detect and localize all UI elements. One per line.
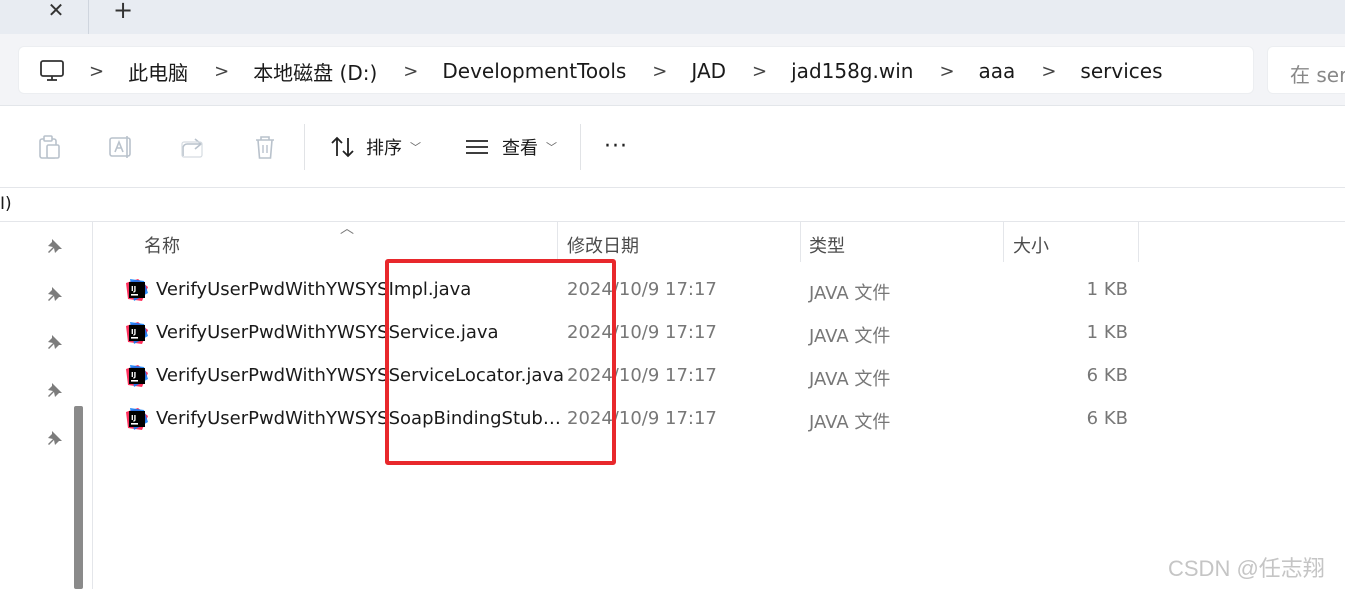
view-button[interactable]: 查看 ﹀ — [464, 132, 557, 162]
file-size: 1 KB — [1086, 322, 1128, 343]
details-strip: I) — [0, 188, 1345, 222]
search-placeholder: 在 ser — [1290, 63, 1345, 87]
sort-button[interactable]: 排序 ﹀ — [330, 132, 421, 162]
column-header-type[interactable]: 类型 — [809, 232, 845, 258]
pc-icon[interactable] — [39, 59, 65, 83]
scrollbar-thumb[interactable] — [74, 406, 83, 589]
sort-icon — [331, 136, 354, 158]
delete-icon[interactable] — [252, 134, 278, 160]
pin-icon[interactable] — [46, 286, 64, 304]
watermark: CSDN @任志翔 — [1168, 556, 1325, 581]
column-divider[interactable] — [800, 222, 801, 262]
close-tab-icon[interactable]: ✕ — [42, 0, 70, 22]
breadcrumb-item-this-pc[interactable]: 此电脑 — [128, 57, 188, 86]
file-type: JAVA 文件 — [809, 412, 891, 433]
pin-icon[interactable] — [46, 334, 64, 352]
tab-strip: ✕ + — [0, 0, 1345, 34]
sort-label: 排序 — [366, 138, 402, 159]
chevron-right-icon[interactable]: > — [403, 61, 418, 82]
pin-icon[interactable] — [46, 430, 64, 448]
pin-icon[interactable] — [46, 382, 64, 400]
svg-text:IJ: IJ — [131, 414, 136, 422]
new-tab-button[interactable]: + — [108, 0, 138, 24]
intellij-file-icon: IJ — [126, 322, 148, 344]
sort-up-icon: ︿ — [340, 221, 354, 237]
file-size: 6 KB — [1086, 365, 1128, 386]
file-row[interactable]: IJ VerifyUserPwdWithYWSYSSoapBindingStub… — [94, 398, 1345, 441]
breadcrumb-item-jad[interactable]: JAD — [691, 59, 726, 83]
chevron-right-icon[interactable]: > — [939, 61, 954, 82]
column-header-date[interactable]: 修改日期 — [567, 232, 639, 258]
file-list: ︿ 名称 修改日期 类型 大小 IJ VerifyUserPwdWithYWSY… — [94, 221, 1345, 589]
pin-icon[interactable] — [46, 238, 64, 256]
rename-icon[interactable] — [108, 134, 134, 160]
command-bar: 排序 ﹀ 查看 ﹀ ··· — [0, 106, 1345, 188]
breadcrumb-item-aaa[interactable]: aaa — [979, 59, 1016, 83]
tab-divider — [88, 0, 89, 34]
file-size: 1 KB — [1086, 279, 1128, 300]
search-input[interactable]: 在 ser — [1267, 46, 1345, 94]
list-view-icon — [466, 140, 488, 154]
more-options-button[interactable]: ··· — [604, 134, 628, 159]
column-header-size[interactable]: 大小 — [1013, 232, 1049, 258]
chevron-right-icon[interactable]: > — [89, 61, 104, 82]
column-header-name[interactable]: 名称 — [144, 232, 180, 258]
intellij-file-icon: IJ — [126, 408, 148, 430]
file-type: JAVA 文件 — [809, 283, 891, 304]
share-icon[interactable] — [180, 134, 206, 160]
chevron-right-icon[interactable]: > — [1041, 61, 1056, 82]
breadcrumb-item-jad158g[interactable]: jad158g.win — [791, 59, 913, 83]
view-label: 查看 — [502, 138, 538, 159]
breadcrumb-item-local-disk[interactable]: 本地磁盘 (D:) — [253, 57, 377, 86]
file-size: 6 KB — [1086, 408, 1128, 429]
chevron-down-icon: ﹀ — [410, 141, 421, 154]
file-row[interactable]: IJ VerifyUserPwdWithYWSYSServiceLocator.… — [94, 355, 1345, 398]
highlight-box — [385, 259, 616, 465]
navigation-pane — [0, 222, 93, 589]
intellij-file-icon: IJ — [126, 365, 148, 387]
toolbar-divider — [580, 124, 581, 170]
chevron-right-icon[interactable]: > — [752, 61, 767, 82]
file-type: JAVA 文件 — [809, 326, 891, 347]
svg-text:IJ: IJ — [131, 328, 136, 336]
chevron-right-icon[interactable]: > — [214, 61, 229, 82]
chevron-down-icon: ﹀ — [546, 141, 557, 154]
file-row[interactable]: IJ VerifyUserPwdWithYWSYSImpl.java 2024/… — [94, 269, 1345, 312]
address-bar[interactable]: > 此电脑 > 本地磁盘 (D:) > DevelopmentTools > J… — [18, 46, 1254, 94]
clipped-text: I) — [0, 194, 12, 214]
copy-icon[interactable] — [36, 134, 62, 160]
column-divider[interactable] — [1003, 222, 1004, 262]
address-row: > 此电脑 > 本地磁盘 (D:) > DevelopmentTools > J… — [0, 34, 1345, 106]
file-row[interactable]: IJ VerifyUserPwdWithYWSYSService.java 20… — [94, 312, 1345, 355]
svg-text:IJ: IJ — [131, 371, 136, 379]
chevron-right-icon[interactable]: > — [652, 61, 667, 82]
intellij-file-icon: IJ — [126, 279, 148, 301]
column-divider[interactable] — [1138, 222, 1139, 262]
breadcrumb-item-developmenttools[interactable]: DevelopmentTools — [442, 59, 626, 83]
toolbar-divider — [304, 124, 305, 170]
column-divider[interactable] — [557, 222, 558, 262]
breadcrumb: > 此电脑 > 本地磁盘 (D:) > DevelopmentTools > J… — [89, 47, 1188, 95]
svg-text:IJ: IJ — [131, 285, 136, 293]
file-type: JAVA 文件 — [809, 369, 891, 390]
breadcrumb-item-services[interactable]: services — [1080, 59, 1162, 83]
